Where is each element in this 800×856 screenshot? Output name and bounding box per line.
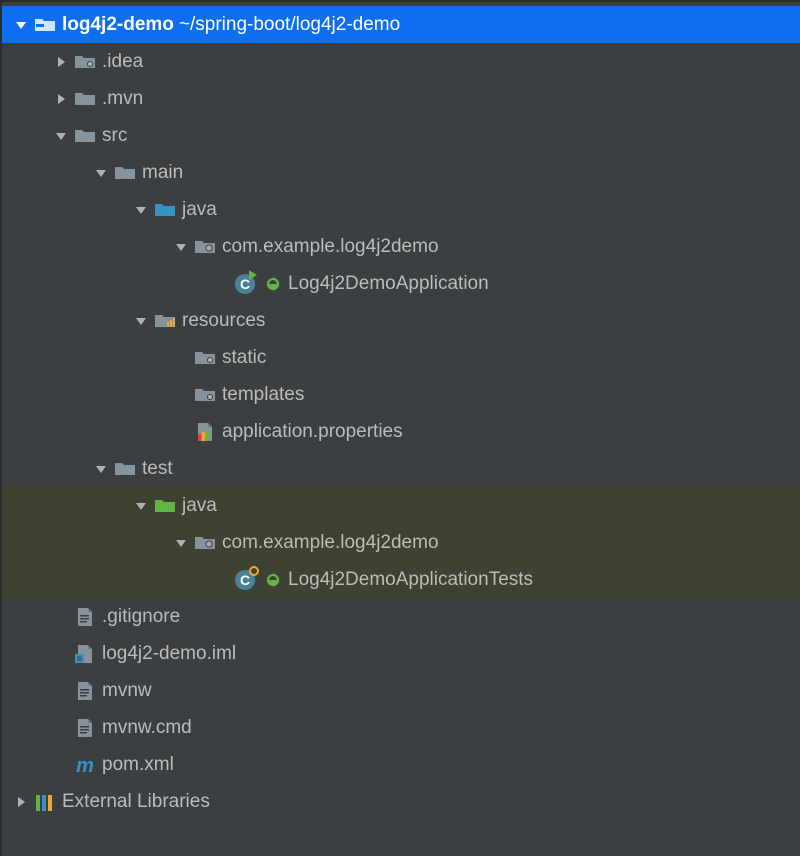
java-class-icon bbox=[234, 569, 256, 591]
folder-icon bbox=[194, 384, 216, 406]
chevron-down-icon[interactable] bbox=[174, 240, 188, 254]
tree-node-java-main[interactable]: java bbox=[2, 191, 800, 228]
tree-node-app-main[interactable]: Log4j2DemoApplication bbox=[2, 265, 800, 302]
node-label: .gitignore bbox=[102, 606, 180, 628]
node-label: com.example.log4j2demo bbox=[222, 236, 439, 258]
folder-icon bbox=[114, 458, 136, 480]
node-label: src bbox=[102, 125, 127, 147]
resources-folder-icon bbox=[154, 310, 176, 332]
tree-node-external-libraries[interactable]: External Libraries bbox=[2, 783, 800, 820]
tree-node-iml[interactable]: log4j2-demo.iml bbox=[2, 635, 800, 672]
package-icon bbox=[194, 532, 216, 554]
chevron-down-icon[interactable] bbox=[94, 166, 108, 180]
module-folder-icon bbox=[34, 14, 56, 36]
tree-node-mvnw[interactable]: mvnw bbox=[2, 672, 800, 709]
node-label: java bbox=[182, 495, 217, 517]
tree-node-src[interactable]: src bbox=[2, 117, 800, 154]
chevron-down-icon[interactable] bbox=[134, 314, 148, 328]
file-icon bbox=[74, 606, 96, 628]
node-label: .mvn bbox=[102, 88, 143, 110]
chevron-down-icon[interactable] bbox=[54, 129, 68, 143]
tree-node-mvn[interactable]: .mvn bbox=[2, 80, 800, 117]
node-label: mvnw bbox=[102, 680, 152, 702]
tree-node-root[interactable]: log4j2-demo~/spring-boot/log4j2-demo bbox=[2, 6, 800, 43]
properties-file-icon bbox=[194, 421, 216, 443]
libraries-icon bbox=[34, 791, 56, 813]
node-label: test bbox=[142, 458, 173, 480]
spring-bean-icon bbox=[262, 569, 284, 591]
node-label: com.example.log4j2demo bbox=[222, 532, 439, 554]
tree-node-mvnw-cmd[interactable]: mvnw.cmd bbox=[2, 709, 800, 746]
folder-icon bbox=[74, 51, 96, 73]
node-label: application.properties bbox=[222, 421, 403, 443]
tree-node-java-test[interactable]: java bbox=[2, 487, 800, 524]
folder-icon bbox=[114, 162, 136, 184]
node-label: log4j2-demo.iml bbox=[102, 643, 236, 665]
tree-node-pom[interactable]: pom.xml bbox=[2, 746, 800, 783]
tree-node-static[interactable]: static bbox=[2, 339, 800, 376]
folder-icon bbox=[74, 125, 96, 147]
maven-icon bbox=[74, 754, 96, 776]
chevron-right-icon[interactable] bbox=[14, 795, 28, 809]
chevron-down-icon[interactable] bbox=[174, 536, 188, 550]
folder-icon bbox=[74, 88, 96, 110]
node-label: mvnw.cmd bbox=[102, 717, 192, 739]
chevron-down-icon[interactable] bbox=[94, 462, 108, 476]
tree-node-package-test[interactable]: com.example.log4j2demo bbox=[2, 524, 800, 561]
tree-node-resources[interactable]: resources bbox=[2, 302, 800, 339]
chevron-down-icon[interactable] bbox=[134, 203, 148, 217]
chevron-down-icon[interactable] bbox=[14, 18, 28, 32]
chevron-down-icon[interactable] bbox=[134, 499, 148, 513]
iml-file-icon bbox=[74, 643, 96, 665]
node-label: java bbox=[182, 199, 217, 221]
tree-node-app-properties[interactable]: application.properties bbox=[2, 413, 800, 450]
folder-icon bbox=[194, 347, 216, 369]
node-label: External Libraries bbox=[62, 791, 210, 813]
java-class-icon bbox=[234, 273, 256, 295]
tree-node-main[interactable]: main bbox=[2, 154, 800, 191]
tree-node-templates[interactable]: templates bbox=[2, 376, 800, 413]
node-label: Log4j2DemoApplication bbox=[288, 273, 489, 295]
tree-node-package-main[interactable]: com.example.log4j2demo bbox=[2, 228, 800, 265]
spring-bean-icon bbox=[262, 273, 284, 295]
node-label: .idea bbox=[102, 51, 143, 73]
source-folder-icon bbox=[154, 199, 176, 221]
chevron-right-icon[interactable] bbox=[54, 92, 68, 106]
test-folder-icon bbox=[154, 495, 176, 517]
tree-node-idea[interactable]: .idea bbox=[2, 43, 800, 80]
node-label: static bbox=[222, 347, 266, 369]
node-label: main bbox=[142, 162, 183, 184]
package-icon bbox=[194, 236, 216, 258]
node-label: resources bbox=[182, 310, 265, 332]
node-label: templates bbox=[222, 384, 304, 406]
node-label: Log4j2DemoApplicationTests bbox=[288, 569, 533, 591]
node-label: log4j2-demo~/spring-boot/log4j2-demo bbox=[62, 14, 400, 36]
tree-node-test[interactable]: test bbox=[2, 450, 800, 487]
file-icon bbox=[74, 717, 96, 739]
tree-node-gitignore[interactable]: .gitignore bbox=[2, 598, 800, 635]
tree-node-app-test[interactable]: Log4j2DemoApplicationTests bbox=[2, 561, 800, 598]
file-icon bbox=[74, 680, 96, 702]
node-label: pom.xml bbox=[102, 754, 174, 776]
project-tree: log4j2-demo~/spring-boot/log4j2-demo .id… bbox=[2, 2, 800, 820]
chevron-right-icon[interactable] bbox=[54, 55, 68, 69]
